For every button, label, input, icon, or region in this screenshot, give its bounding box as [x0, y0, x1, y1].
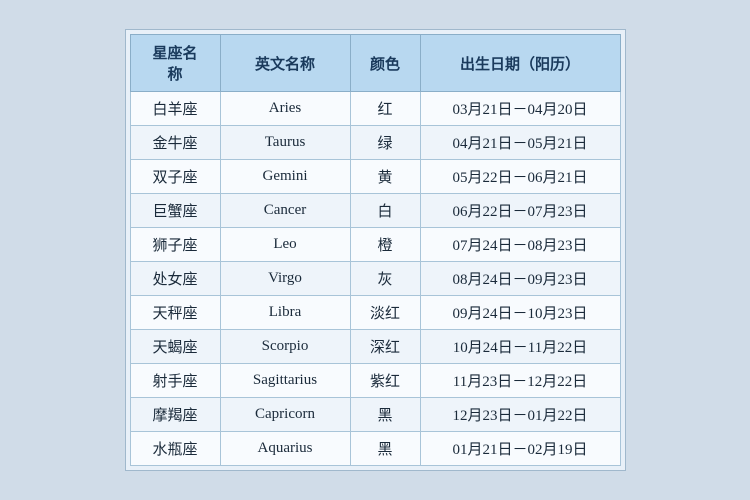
cell-date: 09月24日－10月23日 [420, 296, 620, 330]
zodiac-table: 星座名称 英文名称 颜色 出生日期（阳历） 白羊座Aries红03月21日－04… [130, 34, 621, 466]
cell-color: 黑 [350, 432, 420, 466]
table-row: 处女座Virgo灰08月24日－09月23日 [130, 262, 620, 296]
table-header-row: 星座名称 英文名称 颜色 出生日期（阳历） [130, 35, 620, 92]
cell-english: Scorpio [220, 330, 350, 364]
cell-chinese: 水瓶座 [130, 432, 220, 466]
cell-chinese: 双子座 [130, 160, 220, 194]
cell-english: Gemini [220, 160, 350, 194]
cell-color: 紫红 [350, 364, 420, 398]
table-row: 狮子座Leo橙07月24日－08月23日 [130, 228, 620, 262]
cell-chinese: 狮子座 [130, 228, 220, 262]
cell-date: 01月21日－02月19日 [420, 432, 620, 466]
cell-english: Libra [220, 296, 350, 330]
cell-color: 橙 [350, 228, 420, 262]
cell-english: Leo [220, 228, 350, 262]
table-row: 水瓶座Aquarius黑01月21日－02月19日 [130, 432, 620, 466]
table-row: 金牛座Taurus绿04月21日－05月21日 [130, 126, 620, 160]
cell-date: 08月24日－09月23日 [420, 262, 620, 296]
cell-date: 04月21日－05月21日 [420, 126, 620, 160]
cell-english: Sagittarius [220, 364, 350, 398]
cell-english: Aries [220, 92, 350, 126]
cell-chinese: 白羊座 [130, 92, 220, 126]
cell-date: 06月22日－07月23日 [420, 194, 620, 228]
table-body: 白羊座Aries红03月21日－04月20日金牛座Taurus绿04月21日－0… [130, 92, 620, 466]
table-row: 天秤座Libra淡红09月24日－10月23日 [130, 296, 620, 330]
zodiac-table-container: 星座名称 英文名称 颜色 出生日期（阳历） 白羊座Aries红03月21日－04… [125, 29, 626, 471]
cell-color: 黄 [350, 160, 420, 194]
table-row: 双子座Gemini黄05月22日－06月21日 [130, 160, 620, 194]
cell-english: Aquarius [220, 432, 350, 466]
cell-color: 绿 [350, 126, 420, 160]
cell-english: Taurus [220, 126, 350, 160]
table-row: 摩羯座Capricorn黑12月23日－01月22日 [130, 398, 620, 432]
cell-date: 03月21日－04月20日 [420, 92, 620, 126]
cell-color: 黑 [350, 398, 420, 432]
cell-date: 11月23日－12月22日 [420, 364, 620, 398]
cell-chinese: 处女座 [130, 262, 220, 296]
cell-color: 淡红 [350, 296, 420, 330]
cell-color: 红 [350, 92, 420, 126]
cell-color: 白 [350, 194, 420, 228]
table-row: 白羊座Aries红03月21日－04月20日 [130, 92, 620, 126]
header-english: 英文名称 [220, 35, 350, 92]
table-row: 天蝎座Scorpio深红10月24日－11月22日 [130, 330, 620, 364]
cell-date: 10月24日－11月22日 [420, 330, 620, 364]
cell-english: Cancer [220, 194, 350, 228]
table-row: 射手座Sagittarius紫红11月23日－12月22日 [130, 364, 620, 398]
table-row: 巨蟹座Cancer白06月22日－07月23日 [130, 194, 620, 228]
cell-chinese: 金牛座 [130, 126, 220, 160]
cell-color: 深红 [350, 330, 420, 364]
cell-color: 灰 [350, 262, 420, 296]
cell-date: 12月23日－01月22日 [420, 398, 620, 432]
cell-date: 07月24日－08月23日 [420, 228, 620, 262]
header-color: 颜色 [350, 35, 420, 92]
cell-english: Capricorn [220, 398, 350, 432]
header-chinese: 星座名称 [130, 35, 220, 92]
header-date: 出生日期（阳历） [420, 35, 620, 92]
cell-chinese: 天蝎座 [130, 330, 220, 364]
cell-english: Virgo [220, 262, 350, 296]
cell-chinese: 射手座 [130, 364, 220, 398]
cell-chinese: 天秤座 [130, 296, 220, 330]
cell-chinese: 摩羯座 [130, 398, 220, 432]
cell-chinese: 巨蟹座 [130, 194, 220, 228]
cell-date: 05月22日－06月21日 [420, 160, 620, 194]
